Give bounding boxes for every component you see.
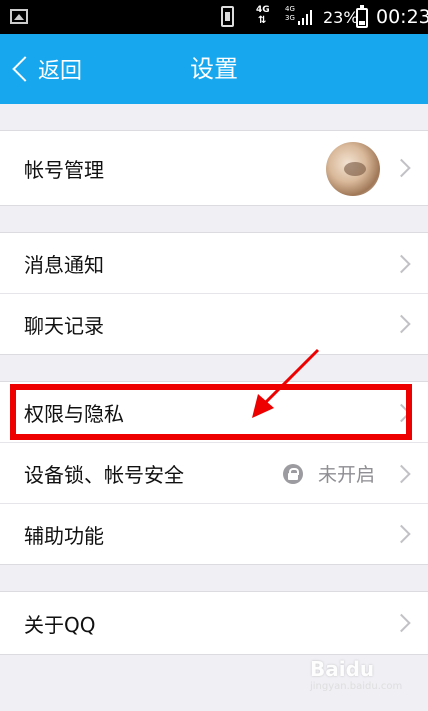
settings-item-label: 辅助功能: [24, 523, 104, 548]
baidu-watermark: Baidu jingyan.baidu.com: [310, 657, 402, 692]
watermark-brand: Baidu: [310, 657, 375, 681]
chevron-right-icon: [392, 464, 411, 483]
device-lock-status: 未开启: [318, 464, 376, 486]
clock: 00:23: [376, 6, 428, 28]
settings-item-device-lock[interactable]: 设备锁、帐号安全 未开启: [0, 442, 428, 504]
watermark-url: jingyan.baidu.com: [310, 681, 403, 692]
gallery-icon: [10, 9, 28, 24]
chevron-right-icon: [392, 314, 411, 334]
lock-icon: [283, 463, 303, 484]
settings-item-label: 消息通知: [24, 253, 104, 277]
settings-item-about[interactable]: 关于QQ: [0, 591, 428, 655]
chevron-left-icon: [12, 56, 38, 82]
back-button[interactable]: 返回: [10, 34, 82, 104]
settings-item-account[interactable]: 帐号管理: [0, 130, 428, 206]
battery-icon: [356, 5, 368, 28]
annotation-arrow-icon: [252, 348, 320, 418]
settings-item-accessibility[interactable]: 辅助功能: [0, 503, 428, 565]
settings-item-label: 设备锁、帐号安全: [24, 463, 184, 487]
settings-item-label: 帐号管理: [24, 157, 104, 182]
battery-percent: 23%: [323, 8, 359, 27]
settings-item-label: 关于QQ: [24, 612, 96, 637]
chevron-right-icon: [392, 254, 411, 273]
settings-item-notifications[interactable]: 消息通知: [0, 232, 428, 294]
chevron-right-icon: [392, 524, 411, 544]
chevron-right-icon: [392, 158, 411, 178]
chevron-right-icon: [392, 613, 411, 633]
sim-card-icon: [221, 6, 234, 27]
network-type-label: 4G 3G: [285, 5, 295, 22]
title-bar: 返回 设置: [0, 34, 428, 104]
signal-strength-icon: [298, 9, 312, 25]
settings-item-chat-history[interactable]: 聊天记录: [0, 293, 428, 355]
status-bar: 4G ⇅ 4G 3G 23% 00:23: [0, 0, 428, 34]
back-label: 返回: [38, 59, 83, 84]
data-transfer-icon: ⇅: [258, 15, 267, 26]
avatar: [326, 142, 380, 196]
annotation-highlight-box: [10, 384, 412, 440]
settings-item-label: 聊天记录: [24, 313, 104, 338]
network-4g-label: 4G: [256, 5, 270, 15]
